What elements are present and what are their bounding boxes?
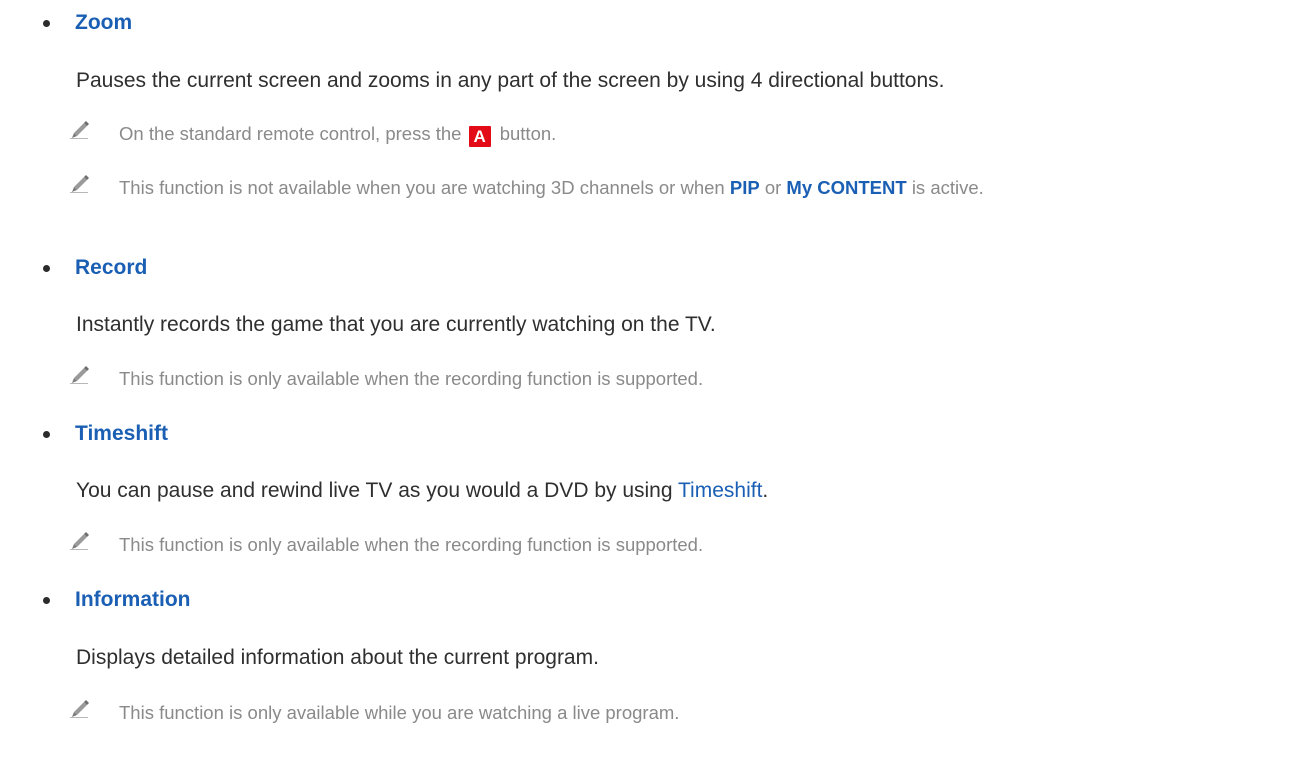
section-description: You can pause and rewind live TV as you … [76, 477, 768, 505]
pencil-icon [70, 366, 89, 384]
keyword-pip: PIP [729, 177, 760, 198]
keyword-my-content: My CONTENT [786, 177, 907, 198]
note-text: This function is only available when the… [119, 368, 704, 389]
remote-a-key-icon: A [468, 126, 491, 147]
description-period: . [762, 479, 769, 502]
note-text-start: On the standard remote control, press th… [119, 123, 462, 144]
section-title: Record [75, 256, 148, 279]
pencil-icon [70, 121, 89, 139]
bullet-dot [43, 264, 50, 272]
note-text: This function is not available when you … [119, 175, 1261, 201]
section-description: Instantly records the game that you are … [76, 313, 716, 336]
keyword-timeshift: Timeshift [678, 479, 763, 502]
section-title: Zoom [75, 11, 133, 34]
note-text: This function is only available when the… [119, 534, 704, 555]
pencil-icon [70, 532, 89, 550]
note-item: On the standard remote control, press th… [68, 121, 1261, 147]
section-heading-record: Record [43, 253, 147, 283]
note-text-end: button. [499, 123, 557, 144]
pencil-icon [70, 700, 89, 718]
bullet-dot [43, 19, 50, 27]
note-text-end: is active. [911, 177, 984, 198]
section-description: Displays detailed information about the … [76, 646, 599, 669]
section-title: Timeshift [75, 422, 168, 445]
description-text: You can pause and rewind live TV as you … [76, 479, 673, 502]
section-description: Pauses the current screen and zooms in a… [76, 69, 945, 92]
pencil-icon [70, 175, 89, 193]
note-text-start: This function is not available when you … [119, 177, 725, 198]
section-heading-zoom: Zoom [43, 8, 132, 38]
bullet-dot [43, 430, 50, 438]
note-item: This function is only available when the… [68, 366, 1261, 392]
bullet-dot [43, 596, 50, 604]
section-title: Information [75, 588, 191, 611]
manual-page: Zoom Pauses the current screen and zooms… [0, 0, 1293, 760]
note-text: On the standard remote control, press th… [119, 121, 1261, 147]
note-text-middle: or [764, 177, 782, 198]
note-item: This function is only available when the… [68, 532, 1261, 558]
note-item: This function is only available while yo… [68, 700, 1261, 726]
section-heading-timeshift: Timeshift [43, 419, 168, 449]
section-heading-information: Information [43, 585, 191, 615]
note-text: This function is only available while yo… [119, 702, 680, 723]
note-item: This function is not available when you … [68, 175, 1261, 201]
